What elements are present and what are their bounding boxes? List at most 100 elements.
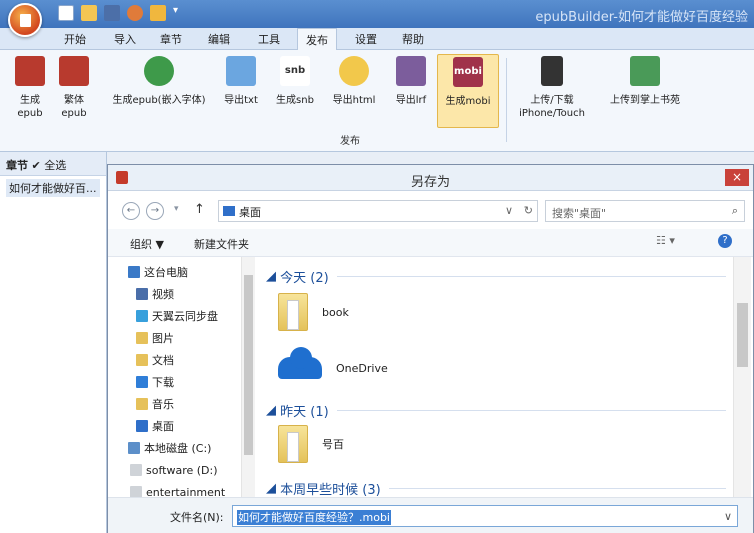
traditional-epub-button[interactable]: 繁体 epub xyxy=(54,56,94,120)
collapse-icon: ◢ xyxy=(266,269,281,284)
app-title: epubBuilder-如何才能做好百度经验 xyxy=(535,10,748,25)
organize-button[interactable]: 组织 ▼ xyxy=(130,236,164,252)
onedrive-icon xyxy=(278,347,322,379)
tab-settings[interactable]: 设置 xyxy=(355,31,377,47)
tab-edit[interactable]: 编辑 xyxy=(208,31,230,47)
title-bar: ▾ epubBuilder-如何才能做好百度经验 xyxy=(0,0,754,28)
drive-icon xyxy=(128,442,140,454)
address-dropdown-icon[interactable]: ∨ xyxy=(505,204,513,217)
tree-item-cloud-sync[interactable]: 天翼云同步盘 xyxy=(136,307,218,325)
drive-icon xyxy=(130,464,142,476)
tree-item-drive-e[interactable]: entertainment xyxy=(130,483,225,497)
recent-dropdown-icon[interactable]: ▾ xyxy=(174,204,179,214)
group-divider xyxy=(336,276,726,277)
embed-font-icon xyxy=(144,56,174,86)
ribbon-tabs: 开始 导入 章节 编辑 工具 发布 设置 帮助 xyxy=(0,28,754,50)
file-item[interactable]: book xyxy=(278,293,349,331)
upload-bookstore-button[interactable]: 上传到掌上书苑 xyxy=(602,56,688,107)
search-placeholder: 搜索"桌面" xyxy=(552,207,607,220)
export-lrf-button[interactable]: 导出lrf xyxy=(390,56,432,107)
ribbon-panel: 生成 epub 繁体 epub 生成epub(嵌入字体) 导出txt snb 生… xyxy=(0,50,754,152)
ribbon-separator xyxy=(506,58,507,142)
new-file-icon[interactable] xyxy=(58,5,74,21)
tree-item-drive-c[interactable]: 本地磁盘 (C:) xyxy=(128,439,211,457)
export-html-button[interactable]: 导出html xyxy=(328,56,380,107)
chapter-panel-header: 章节 ✔ 全选 xyxy=(0,152,106,176)
tree-item-videos[interactable]: 视频 xyxy=(136,285,174,303)
generate-epub-button[interactable]: 生成 epub xyxy=(10,56,50,120)
videos-icon xyxy=(136,288,148,300)
folder-icon xyxy=(278,293,308,331)
tree-item-this-pc[interactable]: 这台电脑 xyxy=(128,263,188,281)
filename-dropdown-icon[interactable]: ∨ xyxy=(723,509,733,524)
close-button[interactable]: × xyxy=(725,169,749,186)
folder-icon xyxy=(278,425,308,463)
tree-item-pictures[interactable]: 图片 xyxy=(136,329,174,347)
qa-customize-icon[interactable]: ▾ xyxy=(173,5,178,21)
filename-value: 如何才能做好百度经验？.mobi xyxy=(237,510,391,525)
address-text: 桌面 xyxy=(239,206,261,219)
help-icon[interactable]: ? xyxy=(718,234,732,248)
cloud-sync-icon xyxy=(136,310,148,322)
tree-scroll-thumb[interactable] xyxy=(244,275,253,455)
file-item[interactable]: OneDrive xyxy=(278,347,388,379)
select-all-checkbox[interactable]: ✔ xyxy=(32,159,41,172)
filename-input[interactable]: 如何才能做好百度经验？.mobi ∨ xyxy=(232,505,738,527)
tab-start[interactable]: 开始 xyxy=(64,31,86,47)
tab-tools[interactable]: 工具 xyxy=(258,31,280,47)
file-item[interactable]: 号百 xyxy=(278,425,344,463)
collapse-icon: ◢ xyxy=(266,481,281,496)
generate-mobi-button[interactable]: mobi 生成mobi xyxy=(437,54,499,128)
select-all-label[interactable]: 全选 xyxy=(44,159,66,172)
refresh-icon[interactable]: ↻ xyxy=(524,204,533,217)
ribbon-group-label: 发布 xyxy=(340,136,360,147)
tab-help[interactable]: 帮助 xyxy=(402,31,424,47)
documents-icon xyxy=(136,354,148,366)
open-folder-icon[interactable] xyxy=(81,5,97,21)
save-icon[interactable] xyxy=(104,5,120,21)
up-arrow-icon[interactable]: ↑ xyxy=(194,202,205,217)
view-options-icon[interactable]: ☷ ▾ xyxy=(656,234,675,247)
file-list-scroll-thumb[interactable] xyxy=(737,303,748,367)
file-list-scrollbar[interactable] xyxy=(733,257,751,497)
chapter-item[interactable]: 如何才能做好百... xyxy=(6,179,100,197)
iphone-icon xyxy=(541,56,563,86)
dialog-title: 另存为 xyxy=(410,175,450,190)
export-icon[interactable] xyxy=(150,5,166,21)
tree-scrollbar[interactable] xyxy=(241,257,255,497)
downloads-icon xyxy=(136,376,148,388)
navigation-bar: ← → ▾ ↑ 桌面 ∨ ↻ 搜索"桌面" ⌕ xyxy=(108,191,753,229)
quick-access-toolbar: ▾ xyxy=(58,5,178,21)
tree-item-documents[interactable]: 文档 xyxy=(136,351,174,369)
tab-chapter[interactable]: 章节 xyxy=(160,31,182,47)
lrf-icon xyxy=(396,56,426,86)
bookstore-icon xyxy=(630,56,660,86)
group-divider xyxy=(336,410,726,411)
search-box[interactable]: 搜索"桌面" ⌕ xyxy=(545,200,745,222)
export-txt-button[interactable]: 导出txt xyxy=(220,56,262,107)
settings-icon[interactable] xyxy=(127,5,143,21)
tree-item-drive-d[interactable]: software (D:) xyxy=(130,461,218,479)
group-header-yesterday[interactable]: ◢ 昨天 (1) xyxy=(266,401,726,420)
generate-snb-button[interactable]: snb 生成snb xyxy=(270,56,320,107)
tab-publish[interactable]: 发布 xyxy=(297,28,337,50)
address-bar[interactable]: 桌面 ∨ ↻ xyxy=(218,200,538,222)
chapter-panel: 章节 ✔ 全选 如何才能做好百... xyxy=(0,152,107,533)
filename-label: 文件名(N): xyxy=(170,511,224,524)
forward-icon[interactable]: → xyxy=(146,202,164,220)
folder-tree: 这台电脑 视频 天翼云同步盘 图片 文档 下载 音乐 桌面 本地磁盘 (C:) … xyxy=(108,257,258,497)
tree-item-downloads[interactable]: 下载 xyxy=(136,373,174,391)
group-header-earlier-this-week[interactable]: ◢ 本周早些时候 (3) xyxy=(266,479,726,497)
search-icon[interactable]: ⌕ xyxy=(732,204,738,218)
tree-item-desktop[interactable]: 桌面 xyxy=(136,417,174,435)
computer-icon xyxy=(128,266,140,278)
new-folder-button[interactable]: 新建文件夹 xyxy=(194,236,249,252)
app-menu-button[interactable] xyxy=(8,3,42,37)
tab-import[interactable]: 导入 xyxy=(114,31,136,47)
back-icon[interactable]: ← xyxy=(122,202,140,220)
epub-embed-font-button[interactable]: 生成epub(嵌入字体) xyxy=(100,56,218,107)
snb-icon: snb xyxy=(280,56,310,86)
group-header-today[interactable]: ◢ 今天 (2) xyxy=(266,267,726,286)
tree-item-music[interactable]: 音乐 xyxy=(136,395,174,413)
upload-iphone-button[interactable]: 上传/下载 iPhone/Touch xyxy=(512,56,592,120)
